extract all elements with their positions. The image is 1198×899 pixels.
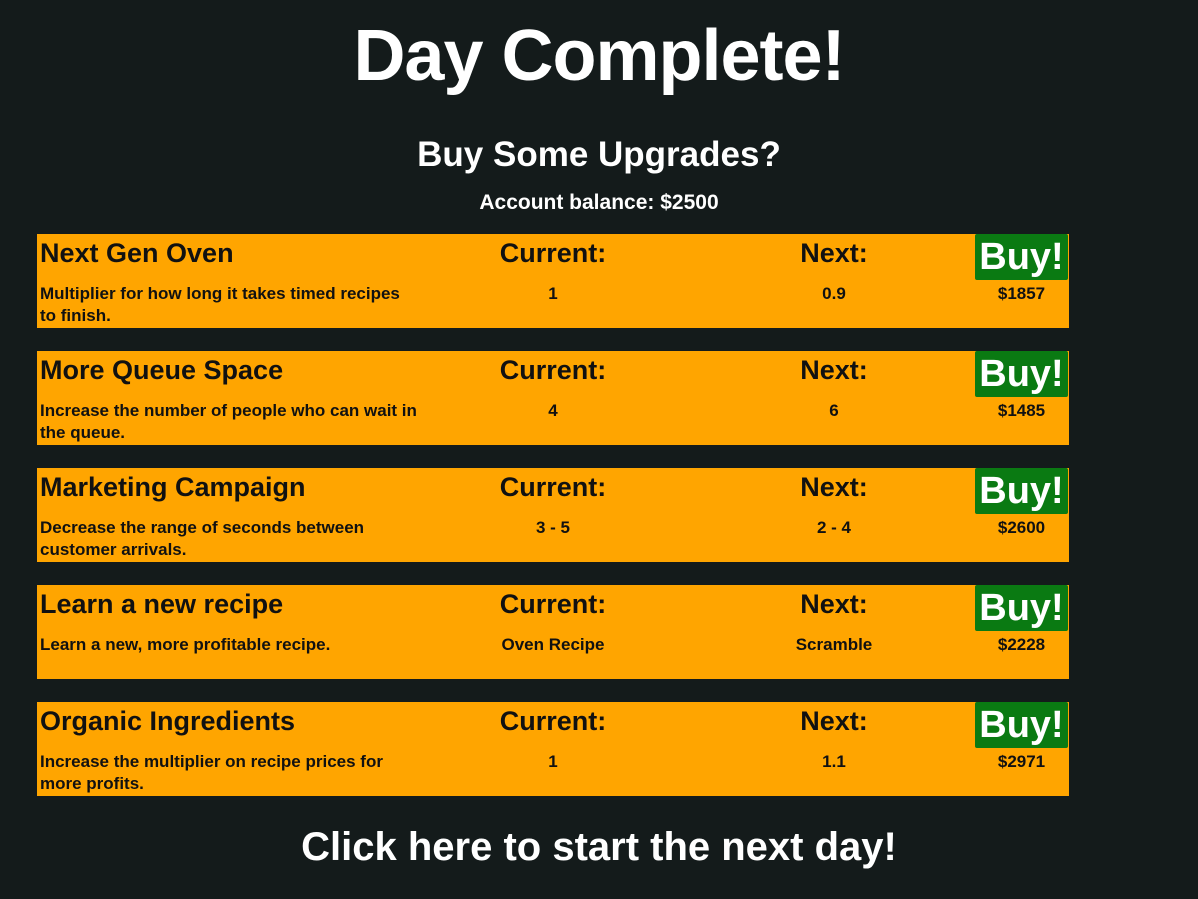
upgrade-description: Increase the number of people who can wa… bbox=[40, 401, 417, 442]
balance-label: Account balance: bbox=[479, 191, 655, 214]
next-value: 6 bbox=[829, 401, 839, 420]
buy-button[interactable]: Buy! bbox=[975, 234, 1068, 280]
next-label: Next: bbox=[800, 472, 868, 502]
buy-button[interactable]: Buy! bbox=[975, 702, 1068, 748]
upgrade-card-learn-new-recipe: Learn a new recipe Learn a new, more pro… bbox=[37, 585, 1069, 679]
current-value: 4 bbox=[548, 401, 558, 420]
current-label: Current: bbox=[499, 472, 607, 502]
upgrade-card-next-gen-oven: Next Gen Oven Multiplier for how long it… bbox=[37, 234, 1069, 328]
upgrade-price: $1857 bbox=[997, 284, 1046, 303]
upgrade-card-organic-ingredients: Organic Ingredients Increase the multipl… bbox=[37, 702, 1069, 796]
upgrade-name: More Queue Space bbox=[40, 355, 284, 385]
next-value: 2 - 4 bbox=[816, 518, 852, 537]
start-next-day-button[interactable]: Click here to start the next day! bbox=[0, 822, 1198, 872]
upgrade-description: Multiplier for how long it takes timed r… bbox=[40, 284, 400, 325]
current-value: 1 bbox=[548, 752, 558, 771]
upgrade-name: Learn a new recipe bbox=[40, 589, 284, 619]
upgrade-price: $2971 bbox=[997, 752, 1046, 771]
next-label: Next: bbox=[800, 355, 868, 385]
upgrades-heading: Buy Some Upgrades? bbox=[417, 135, 781, 174]
account-balance: Account balance: $2500 bbox=[0, 189, 1198, 217]
upgrade-description: Learn a new, more profitable recipe. bbox=[40, 635, 331, 654]
balance-value: $2500 bbox=[660, 191, 719, 214]
current-label: Current: bbox=[499, 355, 607, 385]
upgrade-description: Increase the multiplier on recipe prices… bbox=[40, 752, 383, 793]
next-label: Next: bbox=[800, 589, 868, 619]
next-value: Scramble bbox=[795, 635, 873, 654]
upgrade-name: Organic Ingredients bbox=[40, 706, 296, 736]
upgrade-description: Decrease the range of seconds between cu… bbox=[40, 518, 365, 559]
current-label: Current: bbox=[499, 589, 607, 619]
buy-button[interactable]: Buy! bbox=[975, 351, 1068, 397]
next-value: 1.1 bbox=[822, 752, 846, 771]
upgrade-card-marketing-campaign: Marketing Campaign Decrease the range of… bbox=[37, 468, 1069, 562]
current-value: 3 - 5 bbox=[535, 518, 571, 537]
upgrade-card-more-queue-space: More Queue Space Increase the number of … bbox=[37, 351, 1069, 445]
upgrade-name: Marketing Campaign bbox=[40, 472, 306, 502]
next-label: Next: bbox=[800, 706, 868, 736]
buy-button[interactable]: Buy! bbox=[975, 468, 1068, 514]
upgrade-price: $2228 bbox=[997, 635, 1046, 654]
current-label: Current: bbox=[499, 238, 607, 268]
upgrade-name: Next Gen Oven bbox=[40, 238, 234, 268]
buy-button[interactable]: Buy! bbox=[975, 585, 1068, 631]
current-label: Current: bbox=[499, 706, 607, 736]
page-title: Day Complete! bbox=[353, 16, 845, 96]
day-complete-screen: Day Complete! Buy Some Upgrades? Account… bbox=[0, 0, 1198, 899]
upgrade-price: $1485 bbox=[997, 401, 1046, 420]
next-label: Next: bbox=[800, 238, 868, 268]
next-value: 0.9 bbox=[822, 284, 846, 303]
current-value: 1 bbox=[548, 284, 558, 303]
current-value: Oven Recipe bbox=[501, 635, 605, 654]
upgrade-price: $2600 bbox=[997, 518, 1046, 537]
